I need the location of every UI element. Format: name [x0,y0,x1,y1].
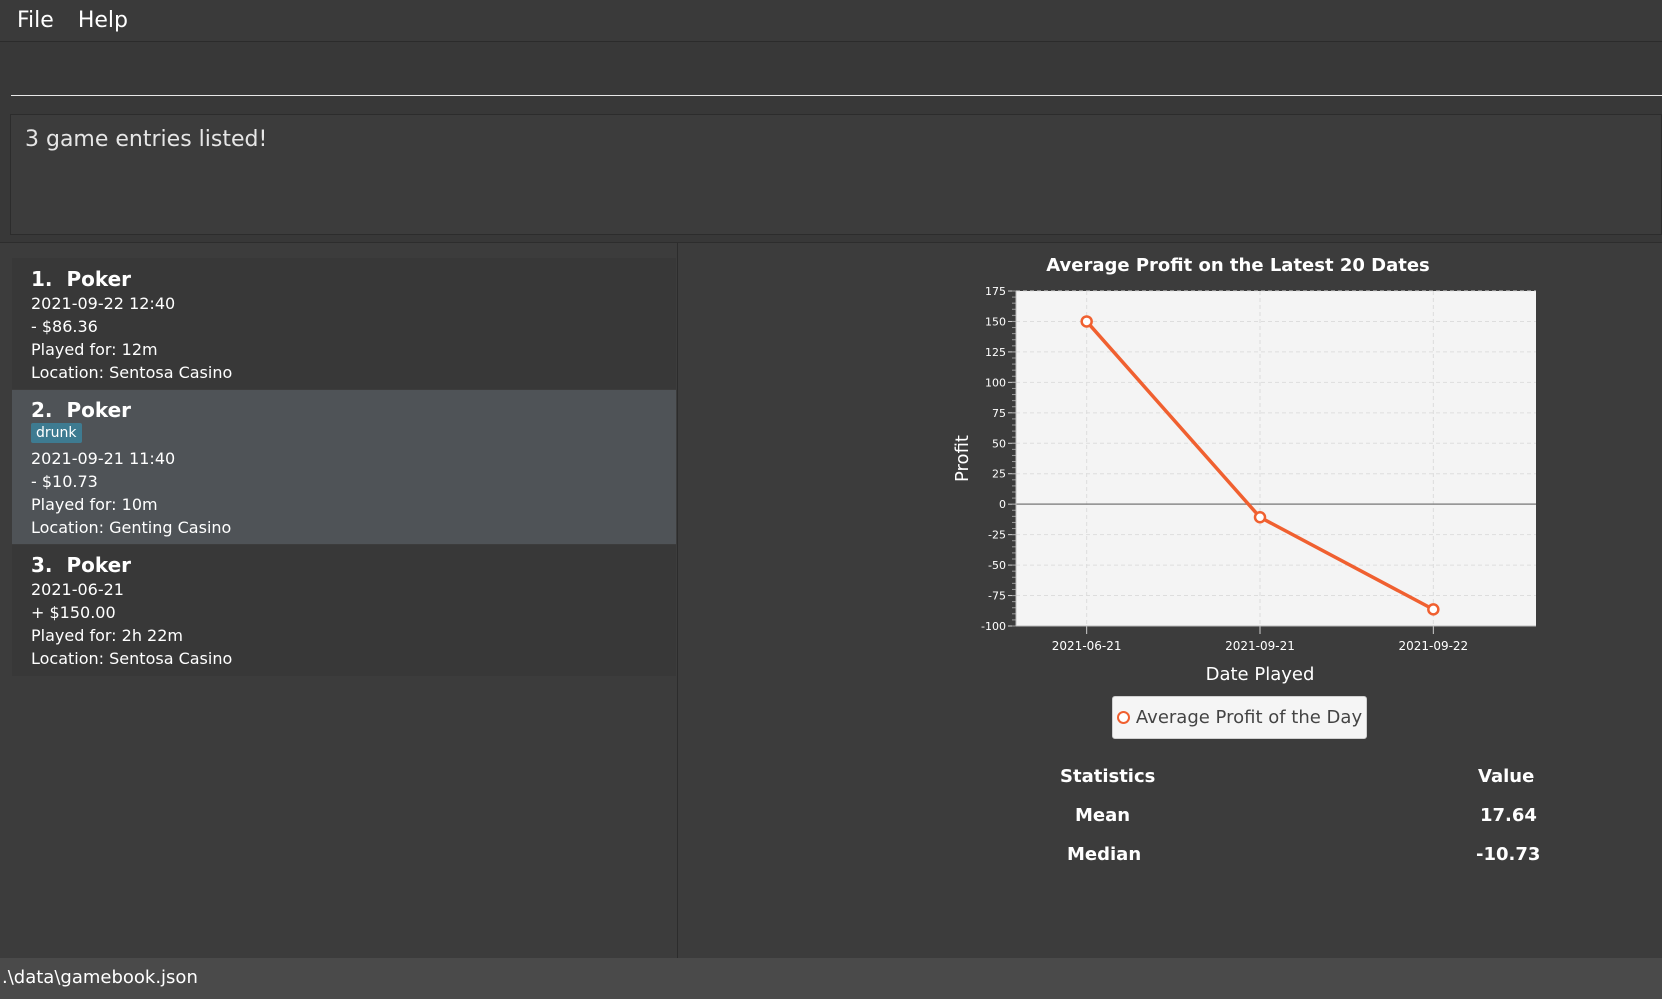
stats-header-label: Statistics [1060,766,1156,787]
data-point [1253,511,1267,524]
y-tick-label: 0 [999,498,1006,511]
stats-row-label: Median [1067,844,1142,865]
chart-title: Average Profit on the Latest 20 Dates [1046,255,1430,276]
y-tick-label: 125 [985,346,1006,359]
y-tick-label: 175 [985,285,1006,298]
y-tick-label: 50 [992,437,1006,450]
y-tick-label: -100 [981,620,1006,633]
status-bar: .\data\gamebook.json [0,958,1662,999]
y-tick-label: 150 [985,315,1006,328]
x-axis-label: Date Played [1206,664,1315,685]
y-tick-label: 75 [992,407,1006,420]
y-axis-label: Profit [952,435,973,482]
legend-entry: Average Profit of the Day [1135,707,1363,728]
data-point [1427,603,1440,616]
y-tick-label: 100 [985,376,1006,389]
y-tick-label: -75 [988,590,1006,603]
x-tick-label: 2021-06-21 [1052,639,1122,653]
y-tick-label: 25 [992,468,1006,481]
legend-marker-icon [1116,711,1130,724]
data-file-path: .\data\gamebook.json [2,967,198,988]
chart-legend: Average Profit of the Day [1112,696,1367,739]
stats-row-value: 17.64 [1480,805,1537,826]
stats-header-value: Value [1478,766,1535,787]
x-tick-label: 2021-09-22 [1398,639,1468,653]
x-tick-label: 2021-09-21 [1225,639,1295,653]
y-tick-label: -50 [988,559,1006,572]
stats-row-label: Mean [1075,805,1131,826]
profit-line-chart: Average Profit on the Latest 20 Dates 175… [952,255,1536,685]
data-point [1080,315,1093,328]
plot-area [1016,291,1536,626]
stats-row-value: -10.73 [1476,844,1541,865]
y-tick-label: -25 [988,529,1006,542]
